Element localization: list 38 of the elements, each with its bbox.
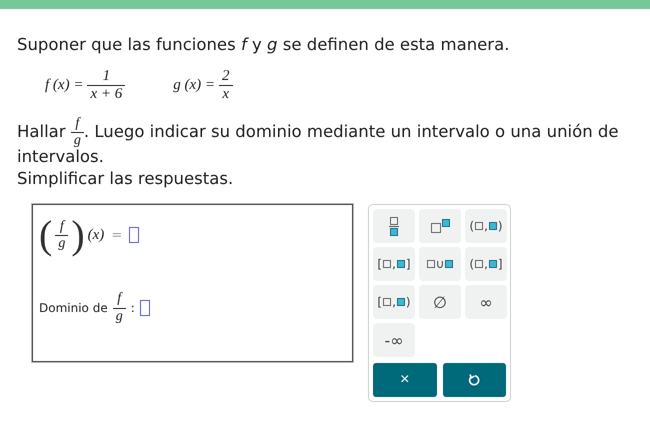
parenthesis: )	[71, 215, 85, 256]
numerator: f	[55, 218, 68, 236]
denominator: x	[221, 86, 230, 104]
equals-sign: =	[111, 228, 122, 243]
parenthesis: (	[39, 215, 52, 256]
fraction-key[interactable]	[373, 209, 415, 244]
function-name: g (x) =	[173, 77, 215, 94]
note-text: Simplificar las respuestas.	[17, 169, 234, 188]
undo-icon	[467, 373, 482, 388]
colon: :	[130, 301, 135, 316]
interval-key[interactable]: [ , )	[373, 285, 415, 320]
task-text: intervalos.	[17, 146, 104, 166]
union-key[interactable]: ∪	[419, 247, 461, 282]
numerator: 1	[87, 68, 126, 86]
undo-button[interactable]	[442, 363, 506, 398]
denominator: g	[72, 132, 82, 149]
interval-key[interactable]: ( , )	[465, 209, 507, 244]
denominator: x + 6	[89, 86, 124, 104]
intro-text: Suponer que las funciones f y g se definen de esta manera.	[17, 35, 510, 54]
symbol-key[interactable]: ∞	[465, 285, 507, 320]
interval-key[interactable]: ( , ]	[465, 247, 507, 282]
answer-box[interactable]	[129, 227, 140, 244]
domain-label: Dominio de	[39, 301, 108, 316]
argument: (x)	[88, 226, 104, 244]
numerator: f	[70, 116, 84, 133]
function-name: f (x) =	[45, 77, 84, 94]
task-text: . Luego indicar su dominio mediante un intervalo o una unión de	[84, 122, 619, 141]
exponent-key[interactable]	[419, 209, 461, 244]
task-text: Hallar	[17, 122, 66, 141]
denominator: g	[114, 308, 124, 325]
answer-box[interactable]	[140, 300, 150, 316]
symbol-key[interactable]: -∞	[373, 323, 415, 358]
clear-button[interactable]: ×	[373, 363, 436, 398]
interval-key[interactable]: [ , ]	[373, 247, 415, 282]
symbol-key[interactable]: ∅	[419, 285, 461, 320]
numerator: 2	[219, 68, 232, 86]
numerator: f	[112, 291, 126, 309]
denominator: g	[57, 236, 66, 252]
